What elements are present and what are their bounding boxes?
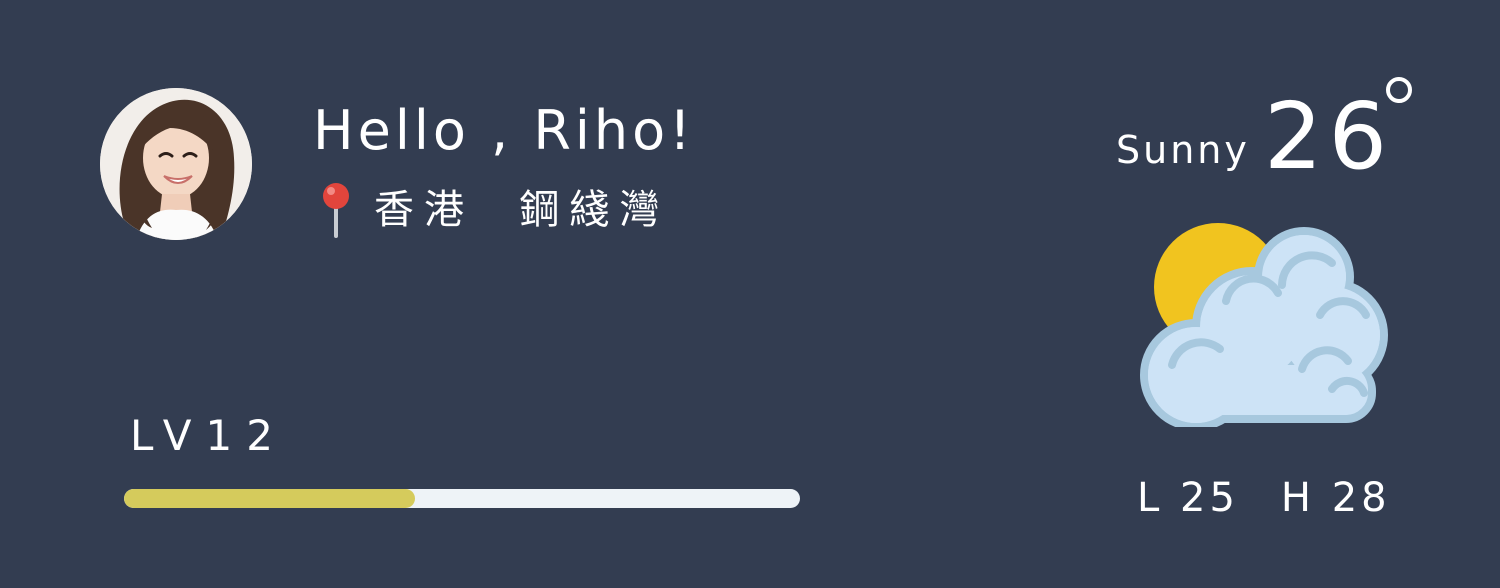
map-pin-icon xyxy=(323,183,349,238)
avatar-photo xyxy=(100,88,252,240)
weather-condition: Sunny xyxy=(1116,128,1250,172)
temperature-low: L 25 xyxy=(1137,475,1239,521)
degree-icon xyxy=(1386,77,1412,103)
temperature-high: H 28 xyxy=(1280,475,1391,521)
level-label: LV12 xyxy=(130,411,287,460)
location: 香港 鋼綫灣 xyxy=(316,178,669,242)
temperature-range: L 25 H 28 xyxy=(1137,474,1391,522)
greeting-text: Hello , Riho! xyxy=(313,99,695,162)
partly-cloudy-icon xyxy=(1140,223,1388,427)
profile-weather-card: Hello , Riho! 香港 鋼綫灣 LV12 Sunny 26 L 25 … xyxy=(0,0,1500,588)
location-text: 香港 鋼綫灣 xyxy=(374,187,670,233)
level-progress-bar xyxy=(124,489,800,508)
avatar[interactable] xyxy=(100,88,252,240)
current-temperature: 26 xyxy=(1264,83,1394,190)
level-progress-fill xyxy=(124,489,415,508)
